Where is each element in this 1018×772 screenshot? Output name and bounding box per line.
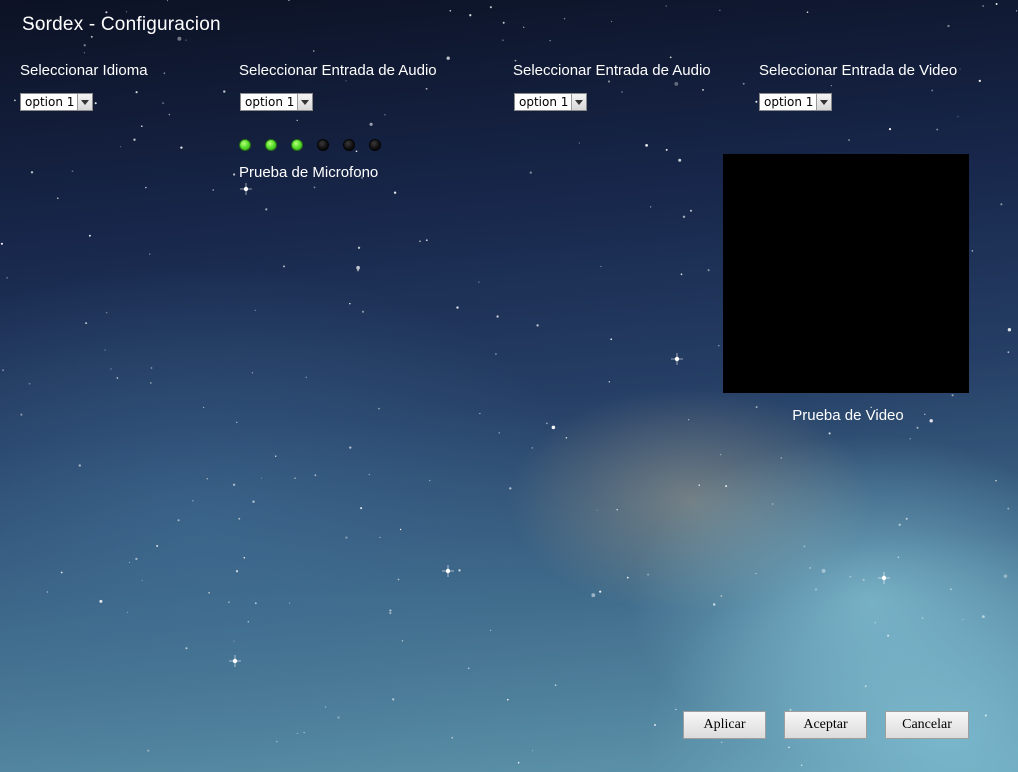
cancel-button[interactable]: Cancelar: [885, 711, 969, 739]
apply-button[interactable]: Aplicar: [683, 711, 766, 739]
mic-level-led-on: [265, 139, 277, 151]
accept-button[interactable]: Aceptar: [784, 711, 867, 739]
audio-input-1-label: Seleccionar Entrada de Audio: [239, 62, 437, 79]
mic-level-meter: [239, 139, 399, 153]
language-select-value: option 1: [25, 95, 75, 109]
video-test-label: Prueba de Video: [792, 407, 904, 424]
chevron-down-icon[interactable]: [77, 94, 93, 110]
mic-level-led-off: [317, 139, 329, 151]
language-label: Seleccionar Idioma: [20, 62, 148, 79]
chevron-down-icon[interactable]: [571, 94, 587, 110]
audio-input-2-label: Seleccionar Entrada de Audio: [513, 62, 711, 79]
video-input-label: Seleccionar Entrada de Video: [759, 62, 958, 79]
mic-level-led-on: [291, 139, 303, 151]
video-preview: [723, 154, 969, 393]
video-input-select-value: option 1: [764, 95, 814, 109]
window-title: Sordex - Configuracion: [22, 14, 221, 35]
mic-level-led-on: [239, 139, 251, 151]
language-select[interactable]: option 1: [20, 93, 94, 111]
audio-input-2-select-value: option 1: [519, 95, 569, 109]
mic-level-led-off: [343, 139, 355, 151]
mic-level-led-off: [369, 139, 381, 151]
audio-input-2-select[interactable]: option 1: [514, 93, 588, 111]
chevron-down-icon[interactable]: [297, 94, 313, 110]
audio-input-1-select-value: option 1: [245, 95, 295, 109]
audio-input-1-select[interactable]: option 1: [240, 93, 314, 111]
chevron-down-icon[interactable]: [816, 94, 832, 110]
mic-test-label: Prueba de Microfono: [239, 164, 379, 181]
video-input-select[interactable]: option 1: [759, 93, 833, 111]
